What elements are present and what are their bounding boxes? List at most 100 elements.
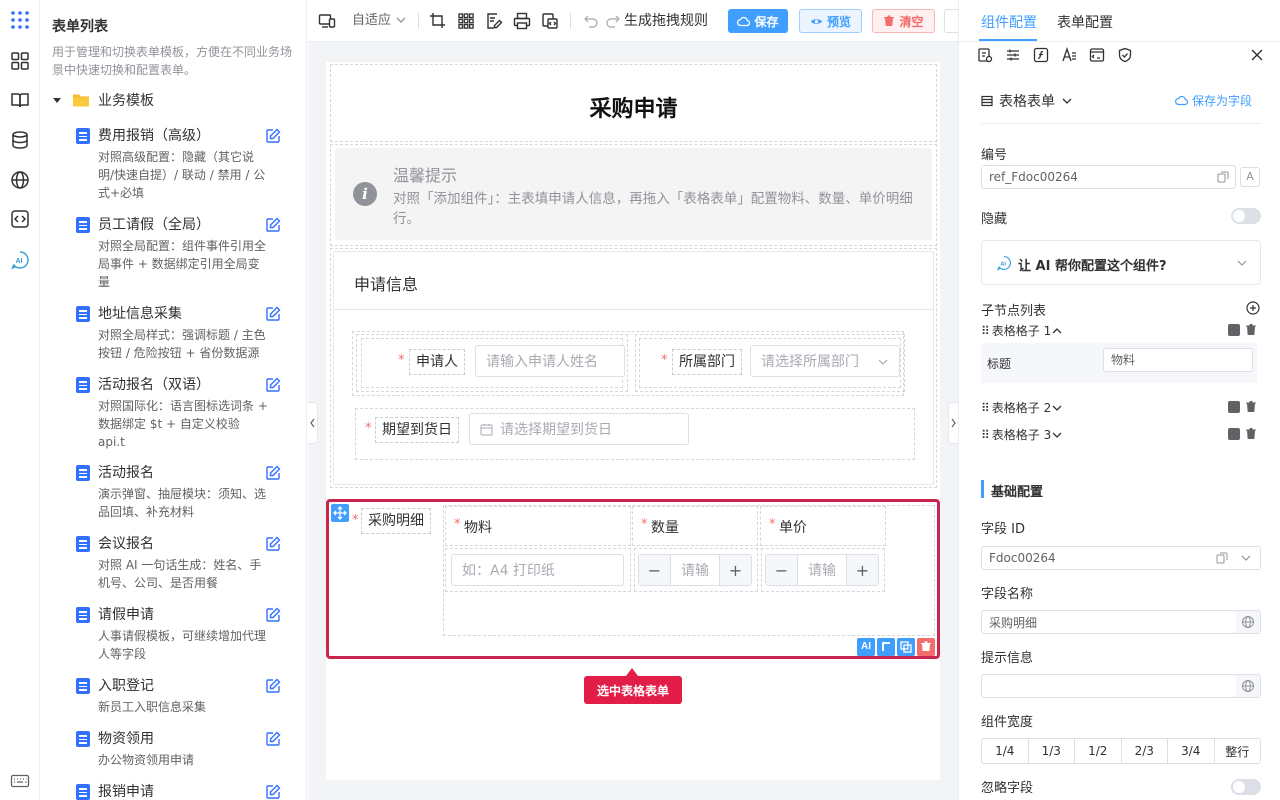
function-icon[interactable] [1033, 47, 1049, 63]
delete-icon[interactable] [917, 638, 935, 656]
text-format-icon[interactable]: A [1240, 167, 1260, 187]
folder-business-templates[interactable]: 业务模板 [52, 90, 154, 110]
copy-icon[interactable] [1216, 552, 1228, 564]
edit-icon[interactable] [265, 306, 281, 322]
cell-material[interactable]: 如：A4 打印纸 [445, 548, 631, 592]
close-icon[interactable] [1249, 47, 1265, 63]
props-icon[interactable] [977, 47, 993, 63]
undo-icon[interactable] [581, 12, 599, 30]
cell-qty[interactable]: − 请输 + [634, 548, 758, 592]
tab-form-config[interactable]: 表单配置 [1057, 12, 1113, 32]
database-icon[interactable] [10, 130, 30, 150]
selected-table-form[interactable]: * 采购明细 * 物料 * 数量 * 单价 如：A4 打印纸 − 请输 + − [326, 499, 940, 659]
print-icon[interactable] [513, 12, 531, 30]
cell-price[interactable]: − 请输 + [761, 548, 885, 592]
preview-button[interactable]: 预览 [799, 9, 862, 33]
width-3-4-button[interactable]: 3/4 [1168, 739, 1215, 763]
collapse-left-handle[interactable] [308, 402, 318, 444]
text-style-icon[interactable] [1061, 47, 1077, 63]
dept-select[interactable]: 请选择所属部门 [750, 345, 900, 377]
minus-icon[interactable]: − [639, 555, 671, 585]
drag-handle-icon[interactable]: ⠿ [981, 324, 990, 338]
globe-icon[interactable] [1236, 610, 1261, 634]
adaptive-select[interactable]: 自适应 [352, 12, 391, 30]
generate-drag-rule-button[interactable]: 生成拖拽规则 [624, 12, 708, 30]
width-1-4-button[interactable]: 1/4 [982, 739, 1029, 763]
hidden-switch[interactable] [1231, 208, 1261, 224]
edit-icon[interactable] [265, 678, 281, 694]
tip-block[interactable]: i 温馨提示 对照「添加组件」：主表填申请人信息，再拖入「表格表单」配置物料、数… [330, 144, 937, 246]
field-name-input[interactable]: 采购明细 [981, 610, 1237, 634]
globe-icon[interactable] [1236, 674, 1261, 698]
width-full-button[interactable]: 整行 [1215, 739, 1261, 763]
edit-icon[interactable] [265, 607, 281, 623]
hint-input[interactable] [981, 674, 1237, 698]
save-button[interactable]: 保存 [728, 9, 788, 33]
width-1-3-button[interactable]: 1/3 [1029, 739, 1075, 763]
tab-component-config[interactable]: 组件配置 [981, 12, 1037, 32]
edit-icon[interactable] [265, 128, 281, 144]
code-block-icon[interactable] [1089, 47, 1105, 63]
minus-icon[interactable]: − [766, 555, 798, 585]
code-icon[interactable] [10, 209, 30, 229]
ai-action-icon[interactable]: AI [857, 638, 875, 656]
dept-field-block[interactable]: * 所属部门 请选择所属部门 [639, 338, 901, 388]
plus-icon[interactable]: + [846, 555, 878, 585]
id-input[interactable]: ref_Fdoc00264 [981, 165, 1236, 189]
drag-handle-icon[interactable]: ⠿ [981, 428, 990, 442]
sliders-icon[interactable] [1005, 47, 1021, 63]
globe-icon[interactable] [10, 170, 30, 190]
component-type-select[interactable]: 表格表单 [981, 91, 1073, 111]
edit-icon[interactable] [265, 536, 281, 552]
section-block[interactable]: 申请信息 * 申请人 请输入申请人姓名 * 所属部门 请选择所属部门 * 期望到… [330, 248, 937, 488]
select-parent-icon[interactable] [897, 638, 915, 656]
width-2-3-button[interactable]: 2/3 [1122, 739, 1168, 763]
drag-handle-icon[interactable]: ⠿ [981, 401, 990, 415]
width-1-2-button[interactable]: 1/2 [1075, 739, 1122, 763]
delete-child-icon[interactable] [1245, 323, 1257, 336]
redo-icon[interactable] [605, 12, 623, 30]
json-icon[interactable] [541, 12, 559, 30]
more-button-edge[interactable] [944, 9, 958, 33]
edit-icon[interactable] [265, 731, 281, 747]
ignore-field-switch[interactable] [1231, 779, 1261, 795]
add-child-icon[interactable] [1246, 301, 1260, 315]
delete-child-icon[interactable] [1245, 400, 1257, 413]
shield-icon[interactable] [1117, 47, 1133, 63]
apps-grid-icon[interactable] [10, 10, 30, 30]
drag-move-icon[interactable] [331, 504, 349, 522]
col-header-material[interactable]: * 物料 [445, 506, 631, 546]
delete-child-icon[interactable] [1245, 427, 1257, 440]
collapse-right-handle[interactable] [948, 402, 958, 444]
applicant-field-block[interactable]: * 申请人 请输入申请人姓名 [361, 338, 625, 388]
child-item-2[interactable]: ⠿ 表格格子 2 [981, 399, 1063, 416]
keyboard-icon[interactable] [10, 771, 30, 791]
edit-icon[interactable] [265, 217, 281, 233]
edit-icon[interactable] [265, 377, 281, 393]
col-header-qty[interactable]: * 数量 [632, 506, 758, 546]
save-as-field-button[interactable]: 保存为字段 [1175, 92, 1252, 109]
copy-child-icon[interactable] [1228, 401, 1240, 413]
ai-config-collapse[interactable]: AI 让 AI 帮你配置这个组件? [981, 240, 1261, 285]
child-item-1[interactable]: ⠿ 表格格子 1 [981, 322, 1063, 339]
grid-icon[interactable] [457, 12, 475, 30]
copy-child-icon[interactable] [1228, 324, 1240, 336]
copy-icon[interactable] [1217, 171, 1229, 183]
form-title-block[interactable]: 采购申请 [330, 64, 937, 142]
date-field-block[interactable]: * 期望到货日 请选择期望到货日 [355, 408, 915, 460]
material-input[interactable]: 如：A4 打印纸 [451, 554, 624, 586]
ai-icon[interactable]: AI [10, 250, 30, 270]
child-title-input[interactable]: 物料 [1103, 348, 1253, 372]
book-icon[interactable] [10, 90, 30, 110]
edit-icon[interactable] [265, 784, 281, 800]
col-header-price[interactable]: * 单价 [760, 506, 886, 546]
child-item-3[interactable]: ⠿ 表格格子 3 [981, 426, 1063, 443]
applicant-input[interactable]: 请输入申请人姓名 [475, 345, 625, 377]
device-icon[interactable] [318, 12, 336, 30]
copy-icon[interactable] [877, 638, 895, 656]
price-stepper[interactable]: − 请输 + [765, 554, 879, 586]
components-icon[interactable] [10, 51, 30, 71]
date-picker[interactable]: 请选择期望到货日 [469, 413, 689, 445]
field-id-select[interactable]: Fdoc00264 [981, 546, 1261, 570]
clear-button[interactable]: 清空 [872, 9, 935, 33]
